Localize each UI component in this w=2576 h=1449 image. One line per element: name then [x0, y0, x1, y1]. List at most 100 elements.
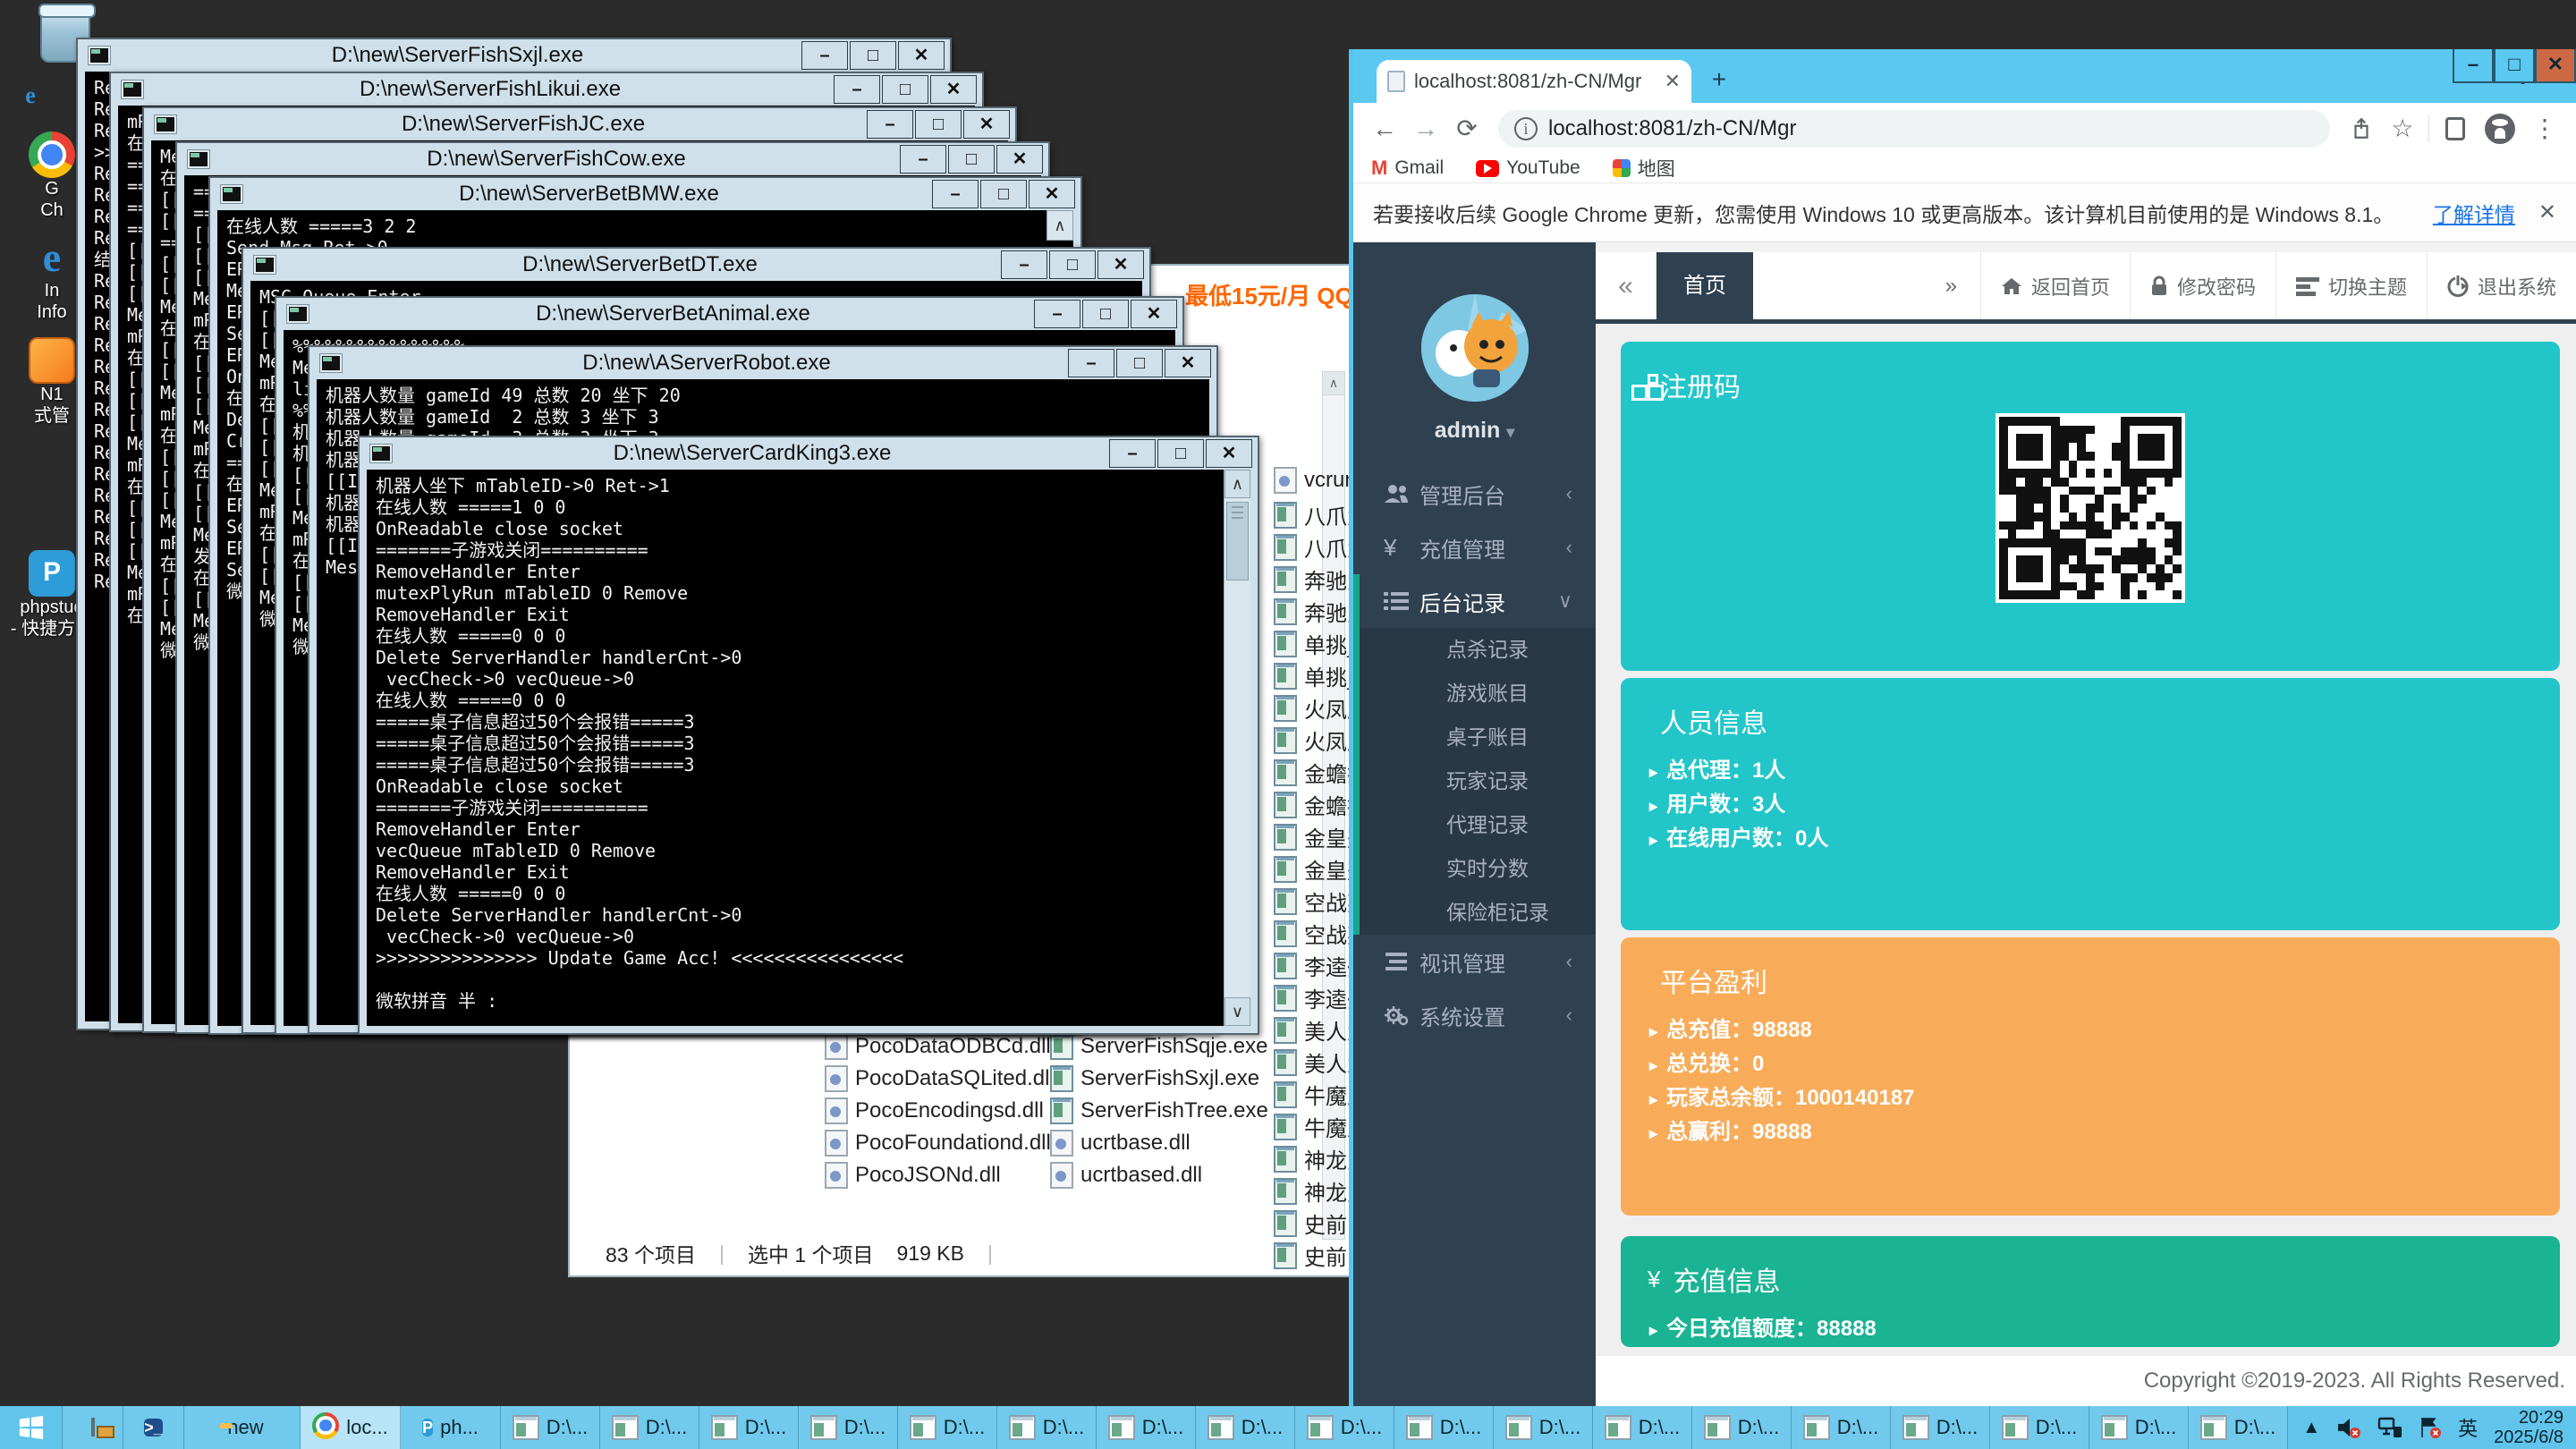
console-close-button[interactable]: ✕: [898, 41, 945, 70]
sidebar-item-1[interactable]: ¥ 充值管理 ‹: [1353, 521, 1596, 574]
file-item[interactable]: ucrtbase.dll: [1050, 1130, 1191, 1157]
navbar-action-lock[interactable]: 修改密码: [2130, 252, 2275, 319]
taskbar-console-button-1[interactable]: D:\...: [600, 1406, 699, 1449]
taskbar-powershell-button[interactable]: >_: [123, 1406, 184, 1449]
taskbar-console-button-14[interactable]: D:\...: [1891, 1406, 1990, 1449]
submenu-item[interactable]: 游戏账目: [1353, 672, 1596, 716]
console-title-bar[interactable]: D:\new\ServerFishLikui.exe–□✕: [111, 73, 982, 106]
bookmark-youtube[interactable]: YouTube: [1476, 157, 1580, 179]
console-maximize-button[interactable]: □: [1116, 349, 1163, 377]
console-minimize-button[interactable]: –: [900, 145, 946, 174]
reload-icon[interactable]: ⟳: [1446, 108, 1487, 149]
file-item[interactable]: PocoFoundationd.dll: [825, 1130, 1051, 1157]
console-minimize-button[interactable]: –: [1109, 439, 1156, 468]
submenu-item[interactable]: 玩家记录: [1353, 759, 1596, 803]
console-minimize-button[interactable]: –: [834, 75, 880, 104]
taskbar-console-button-3[interactable]: D:\...: [799, 1406, 898, 1449]
taskbar-chrome-button[interactable]: loc...: [301, 1406, 401, 1449]
console-close-button[interactable]: ✕: [930, 75, 977, 104]
console-maximize-button[interactable]: □: [882, 75, 928, 104]
file-item[interactable]: ServerFishTree.exe: [1050, 1097, 1268, 1124]
bookmark-maps[interactable]: 地图: [1613, 155, 1675, 182]
navbar-action-home[interactable]: 返回首页: [1980, 252, 2130, 319]
url-bar[interactable]: i localhost:8081/zh-CN/Mgr: [1498, 110, 2330, 148]
ie-mini-icon[interactable]: e: [13, 82, 48, 109]
taskbar-console-button-13[interactable]: D:\...: [1792, 1406, 1891, 1449]
console-title-bar[interactable]: D:\new\ServerBetDT.exe–□✕: [243, 249, 1149, 281]
console-title-bar[interactable]: D:\new\ServerFishJC.exe–□✕: [144, 108, 1015, 140]
taskbar-clock[interactable]: 20:292025/6/8: [2494, 1408, 2563, 1447]
console-close-button[interactable]: ✕: [1097, 250, 1144, 279]
more-tabs-chevron[interactable]: »: [1922, 252, 1980, 319]
start-button[interactable]: [0, 1406, 63, 1449]
taskbar-folder-button[interactable]: new: [184, 1406, 301, 1449]
sidebar-collapse-button[interactable]: «: [1596, 252, 1657, 319]
scroll-thumb[interactable]: [1226, 502, 1249, 580]
taskbar-console-button-4[interactable]: D:\...: [898, 1406, 997, 1449]
bookmark-star-icon[interactable]: ☆: [2382, 108, 2423, 149]
console-close-button[interactable]: ✕: [963, 110, 1010, 139]
taskbar-server-manager-button[interactable]: [63, 1406, 123, 1449]
submenu-item[interactable]: 保险柜记录: [1353, 891, 1596, 935]
taskbar-console-button-6[interactable]: D:\...: [1097, 1406, 1196, 1449]
sidebar-item-3[interactable]: 视讯管理 ‹: [1353, 935, 1596, 988]
console-title-bar[interactable]: D:\new\ServerFishSxjl.exe–□✕: [78, 39, 950, 72]
scroll-up-icon[interactable]: ∧: [1224, 470, 1250, 498]
console-scrollbar[interactable]: ∧∨: [1224, 470, 1250, 1026]
navbar-action-theme[interactable]: 切换主题: [2275, 252, 2427, 319]
file-item[interactable]: ServerFishSxjl.exe: [1050, 1065, 1259, 1092]
submenu-item[interactable]: 代理记录: [1353, 803, 1596, 847]
menu-dots-icon[interactable]: ⋮: [2524, 108, 2565, 149]
taskbar-console-button-12[interactable]: D:\...: [1692, 1406, 1792, 1449]
share-icon[interactable]: [2341, 108, 2382, 149]
browser-tab[interactable]: localhost:8081/zh-CN/Mgr ✕: [1377, 60, 1691, 103]
console-minimize-button[interactable]: –: [867, 110, 913, 139]
bookmark-gmail[interactable]: MGmail: [1371, 157, 1444, 180]
infobar-close-icon[interactable]: ✕: [2538, 199, 2556, 225]
taskbar-console-button-8[interactable]: D:\...: [1295, 1406, 1394, 1449]
ime-language-indicator[interactable]: 英: [2458, 1413, 2478, 1442]
console-minimize-button[interactable]: –: [932, 180, 979, 208]
console-title-bar[interactable]: D:\new\ServerCardKing3.exe–□✕: [360, 437, 1258, 470]
submenu-item[interactable]: 实时分数: [1353, 847, 1596, 891]
console-close-button[interactable]: ✕: [1029, 180, 1075, 208]
taskbar-console-button-9[interactable]: D:\...: [1394, 1406, 1494, 1449]
forward-icon[interactable]: →: [1405, 108, 1446, 149]
taskbar-console-button-7[interactable]: D:\...: [1196, 1406, 1295, 1449]
taskbar-phpstudy-button[interactable]: Pph...: [401, 1406, 501, 1449]
tray-expand-icon[interactable]: ▲: [2302, 1418, 2320, 1438]
sidebar-item-2[interactable]: 后台记录 ∨: [1353, 574, 1596, 628]
console-title-bar[interactable]: D:\new\ServerBetBMW.exe–□✕: [210, 178, 1080, 210]
submenu-item[interactable]: 桌子账目: [1353, 716, 1596, 759]
file-item[interactable]: PocoDataODBCd.dll: [825, 1033, 1051, 1060]
close-button[interactable]: ✕: [2535, 49, 2576, 83]
console-minimize-button[interactable]: –: [801, 41, 848, 70]
console-title-bar[interactable]: D:\new\AServerRobot.exe–□✕: [309, 347, 1216, 379]
console-close-button[interactable]: ✕: [1165, 349, 1211, 377]
console-maximize-button[interactable]: □: [948, 145, 995, 174]
taskbar-console-button-0[interactable]: D:\...: [501, 1406, 600, 1449]
taskbar-console-button-15[interactable]: D:\...: [1990, 1406, 2089, 1449]
file-item[interactable]: PocoEncodingsd.dll: [825, 1097, 1044, 1124]
maximize-button[interactable]: □: [2494, 49, 2535, 83]
user-avatar[interactable]: [1421, 294, 1529, 402]
taskbar-console-button-17[interactable]: D:\...: [2189, 1406, 2288, 1449]
infobar-learn-more-link[interactable]: 了解详情: [2433, 198, 2515, 228]
admin-user-menu[interactable]: admin ▾: [1353, 418, 1596, 444]
console-close-button[interactable]: ✕: [1206, 439, 1252, 468]
tab-close-icon[interactable]: ✕: [1665, 70, 1681, 93]
console-minimize-button[interactable]: –: [1001, 250, 1047, 279]
navbar-action-logout[interactable]: 退出系统: [2427, 252, 2576, 319]
console-maximize-button[interactable]: □: [980, 180, 1027, 208]
file-item[interactable]: PocoJSONd.dll: [825, 1162, 1001, 1189]
network-icon[interactable]: [2377, 1416, 2402, 1439]
console-minimize-button[interactable]: –: [1034, 300, 1080, 328]
taskbar-console-button-5[interactable]: D:\...: [997, 1406, 1097, 1449]
taskbar-console-button-16[interactable]: D:\...: [2089, 1406, 2189, 1449]
console-maximize-button[interactable]: □: [915, 110, 962, 139]
volume-muted-icon[interactable]: [2336, 1416, 2361, 1439]
submenu-item[interactable]: 点杀记录: [1353, 628, 1596, 672]
console-maximize-button[interactable]: □: [1082, 300, 1129, 328]
back-icon[interactable]: ←: [1364, 108, 1405, 149]
file-item[interactable]: PocoDataSQLited.dll: [825, 1065, 1055, 1092]
